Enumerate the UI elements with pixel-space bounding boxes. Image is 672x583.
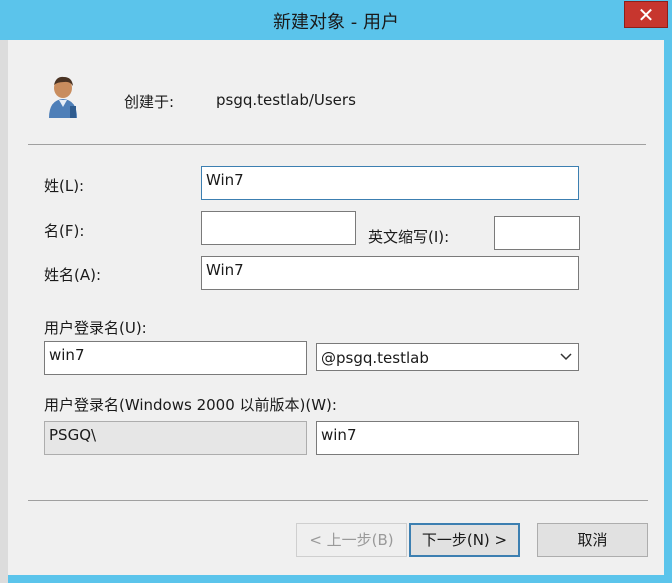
dialog-body: 创建于: psgq.testlab/Users 姓(L): Win7 名(F):… [8,40,664,575]
created-in-label: 创建于: [124,93,175,111]
full-name-input[interactable]: Win7 [201,256,579,290]
initials-label: 英文缩写(I): [368,228,450,246]
background-window-edge [0,40,8,583]
back-button[interactable]: < 上一步(B) [296,523,407,557]
first-name-label: 名(F): [44,222,85,240]
last-name-input[interactable]: Win7 [201,166,579,200]
logon-name-input[interactable]: win7 [44,341,307,375]
initials-input[interactable] [494,216,580,250]
next-button[interactable]: 下一步(N) > [409,523,520,557]
new-user-dialog: 新建对象 - 用户 ✕ 创建于: psgq.testlab/Users 姓(L)… [0,0,672,583]
created-in-path: psgq.testlab/Users [216,91,356,109]
chevron-down-icon [560,353,572,361]
window-title: 新建对象 - 用户 [273,12,399,33]
close-button[interactable]: ✕ [624,1,668,28]
title-bar[interactable]: 新建对象 - 用户 ✕ [0,0,672,40]
pre2000-domain-field: PSGQ\ [44,421,307,455]
logon-name-label: 用户登录名(U): [44,319,147,337]
pre2000-logon-input[interactable]: win7 [316,421,579,455]
pre2000-logon-label: 用户登录名(Windows 2000 以前版本)(W): [44,396,337,414]
cancel-button[interactable]: 取消 [537,523,648,557]
user-icon [49,76,77,118]
header-divider [28,144,646,145]
last-name-label: 姓(L): [44,177,85,195]
footer-divider [28,500,648,501]
close-icon: ✕ [637,3,655,27]
domain-select[interactable]: @psgq.testlab [316,343,579,371]
domain-select-value: @psgq.testlab [321,349,429,367]
full-name-label: 姓名(A): [44,266,102,284]
first-name-input[interactable] [201,211,356,245]
